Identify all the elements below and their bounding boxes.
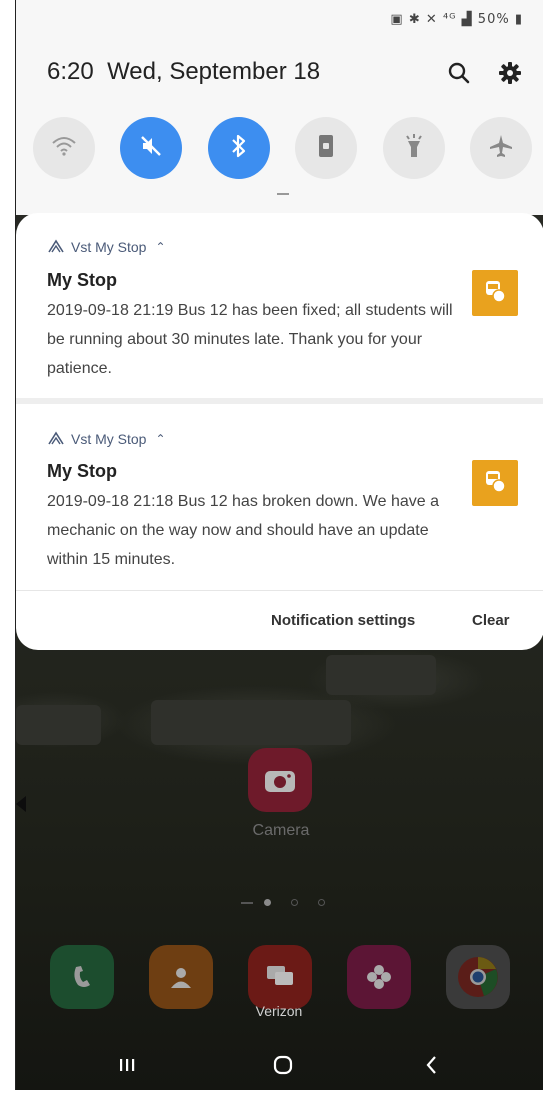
search-icon[interactable] bbox=[446, 60, 472, 86]
app-logo-icon bbox=[47, 430, 65, 448]
chrome-app-icon[interactable] bbox=[446, 945, 510, 1009]
wallpaper-stone bbox=[151, 700, 351, 745]
mute-status-icon: ✕ bbox=[425, 12, 438, 27]
flashlight-tile[interactable] bbox=[383, 117, 445, 179]
page-indicator[interactable] bbox=[241, 898, 341, 908]
quick-panel-clock[interactable]: 6:20 Wed, September 18 bbox=[47, 58, 320, 86]
wifi-tile[interactable] bbox=[33, 117, 95, 179]
bluetooth-status-icon: ✱ bbox=[408, 12, 421, 27]
clear-button[interactable]: Clear bbox=[472, 612, 510, 629]
back-button[interactable] bbox=[412, 1052, 452, 1082]
navigation-bar bbox=[16, 1040, 543, 1090]
bluetooth-icon bbox=[228, 133, 250, 164]
notification-item[interactable]: Vst My Stop ⌃ My Stop 2019-09-18 21:19 B… bbox=[16, 213, 543, 398]
clock-time: 6:20 bbox=[47, 58, 94, 85]
status-bar: ▣ ✱ ✕ ⁴ᴳ ▟ 50% ▮ bbox=[16, 0, 543, 44]
notification-app-header[interactable]: Vst My Stop ⌃ bbox=[47, 238, 166, 256]
bus-icon bbox=[481, 467, 509, 500]
wifi-icon bbox=[51, 135, 77, 162]
home-button[interactable] bbox=[263, 1052, 303, 1082]
wallpaper-stone bbox=[326, 655, 436, 695]
mute-icon bbox=[138, 133, 164, 164]
contacts-app-icon[interactable] bbox=[149, 945, 213, 1009]
page-dot bbox=[291, 899, 298, 906]
notification-body: 2019-09-18 21:18 Bus 12 has broken down.… bbox=[47, 493, 439, 568]
wallpaper-stone bbox=[16, 705, 101, 745]
notification-app-name: Vst My Stop bbox=[71, 431, 147, 447]
phone-screen: ▣ ✱ ✕ ⁴ᴳ ▟ 50% ▮ 6:20 Wed, September 18 bbox=[15, 0, 543, 1090]
notification-app-header[interactable]: Vst My Stop ⌃ bbox=[47, 430, 166, 448]
clock-date: Wed, September 18 bbox=[107, 58, 321, 85]
dock-folder-label: Verizon bbox=[255, 1003, 303, 1019]
quick-panel: ▣ ✱ ✕ ⁴ᴳ ▟ 50% ▮ 6:20 Wed, September 18 bbox=[16, 0, 543, 215]
nfc-icon: ▣ bbox=[390, 12, 404, 27]
bus-icon bbox=[481, 277, 509, 310]
page-indicator-home bbox=[241, 902, 253, 904]
panel-drag-handle[interactable] bbox=[277, 193, 289, 195]
camera-app-label: Camera bbox=[252, 822, 310, 839]
status-icons: ▣ ✱ ✕ ⁴ᴳ ▟ 50% ▮ bbox=[390, 12, 523, 27]
gallery-app-icon[interactable] bbox=[347, 945, 411, 1009]
notification-settings-button[interactable]: Notification settings bbox=[271, 612, 415, 629]
network-status-icon: ⁴ᴳ bbox=[442, 12, 457, 27]
signal-icon: ▟ bbox=[461, 12, 473, 27]
battery-level: 50% bbox=[477, 12, 510, 27]
recent-apps-button[interactable] bbox=[107, 1052, 147, 1082]
app-logo-icon bbox=[47, 238, 65, 256]
home-icon bbox=[272, 1054, 294, 1081]
notification-item[interactable]: Vst My Stop ⌃ My Stop 2019-09-18 21:18 B… bbox=[16, 404, 543, 590]
messages-app-icon[interactable] bbox=[248, 945, 312, 1009]
notification-body: 2019-09-18 21:19 Bus 12 has been fixed; … bbox=[47, 302, 453, 377]
sound-tile[interactable] bbox=[120, 117, 182, 179]
rotation-lock-tile[interactable] bbox=[295, 117, 357, 179]
chevron-up-icon[interactable]: ⌃ bbox=[155, 432, 165, 446]
chevron-up-icon[interactable]: ⌃ bbox=[155, 240, 165, 254]
page-dot bbox=[318, 899, 325, 906]
back-icon bbox=[423, 1054, 441, 1081]
page-dot bbox=[264, 899, 271, 906]
notification-card: Vst My Stop ⌃ My Stop 2019-09-18 21:19 B… bbox=[16, 213, 543, 650]
phone-app-icon[interactable] bbox=[50, 945, 114, 1009]
airplane-icon bbox=[488, 133, 514, 164]
gear-icon[interactable] bbox=[498, 61, 522, 85]
notification-thumbnail bbox=[472, 460, 518, 506]
camera-app-icon[interactable] bbox=[248, 748, 312, 812]
notification-app-name: Vst My Stop bbox=[71, 239, 147, 255]
recents-icon bbox=[117, 1056, 137, 1079]
quick-settings-tiles bbox=[16, 117, 543, 181]
notification-footer: Notification settings Clear bbox=[16, 591, 543, 650]
edge-panel-handle[interactable] bbox=[16, 796, 26, 812]
notification-thumbnail bbox=[472, 270, 518, 316]
notification-title: My Stop bbox=[47, 461, 117, 481]
portrait-lock-icon bbox=[316, 134, 336, 163]
flashlight-icon bbox=[403, 133, 425, 164]
notification-title: My Stop bbox=[47, 270, 117, 290]
bluetooth-tile[interactable] bbox=[208, 117, 270, 179]
battery-icon: ▮ bbox=[514, 12, 523, 27]
airplane-tile[interactable] bbox=[470, 117, 532, 179]
